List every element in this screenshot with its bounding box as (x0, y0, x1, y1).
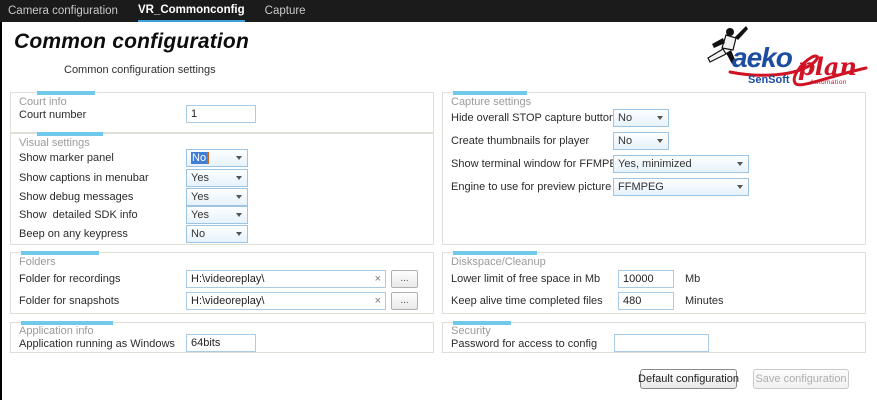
preview-engine-label: Engine to use for preview picture (451, 181, 612, 193)
show-captions-label: Show captions in menubar (19, 172, 149, 184)
chevron-down-icon (232, 171, 246, 185)
create-thumbnails-label: Create thumbnails for player (451, 135, 590, 147)
chevron-down-icon (653, 134, 667, 148)
show-marker-panel-label: Show marker panel (19, 152, 114, 164)
terminal-window-label: Show terminal window for FFMPEG (451, 158, 626, 170)
clear-icon[interactable]: × (375, 273, 381, 285)
court-number-label: Court number (19, 109, 87, 121)
dropdown-value: FFMPEG (618, 181, 664, 193)
logo-brand-text: aeko (732, 42, 793, 73)
group-title: Folders (19, 256, 56, 268)
show-sdk-info-dropdown[interactable]: Yes (186, 206, 248, 224)
group-accent-bar (453, 251, 537, 255)
dropdown-value: Yes (191, 172, 209, 184)
free-space-limit-label: Lower limit of free space in Mb (451, 273, 601, 285)
app-running-as-field[interactable]: 64bits (186, 334, 256, 352)
dropdown-value: Yes, minimized (618, 158, 692, 170)
application-info-group: Application info Application running as … (10, 321, 434, 353)
password-field[interactable] (614, 334, 709, 352)
show-captions-dropdown[interactable]: Yes (186, 169, 248, 187)
logo-subbrand2-text: Automation (810, 79, 847, 86)
keep-alive-label: Keep alive time completed files (451, 295, 603, 307)
beep-keypress-label: Beep on any keypress (19, 228, 128, 240)
logo-brand2-text: plan (798, 52, 857, 81)
chevron-down-icon (733, 157, 747, 171)
court-number-field[interactable]: 1 (186, 105, 256, 123)
window-left-border (0, 22, 2, 400)
chevron-down-icon (733, 180, 747, 194)
dropdown-value: Yes (191, 191, 209, 203)
capture-settings-group: Capture settings Hide overall STOP captu… (442, 91, 866, 245)
show-sdk-info-label: Show detailed SDK info (19, 209, 138, 221)
group-accent-bar (21, 251, 99, 255)
free-space-unit-label: Mb (685, 273, 701, 285)
password-label: Password for access to config (451, 338, 598, 350)
security-group: Security Password for access to config (442, 321, 866, 353)
tab-capture[interactable]: Capture (265, 0, 306, 22)
chevron-down-icon (232, 208, 246, 222)
create-thumbnails-dropdown[interactable]: No (613, 132, 669, 150)
group-title: Diskspace/Cleanup (451, 256, 546, 268)
hide-stop-button-dropdown[interactable]: No (613, 109, 669, 127)
dropdown-value: No (618, 135, 633, 147)
group-title: Capture settings (451, 96, 532, 108)
app-running-as-label: Application running as Windows (19, 338, 175, 350)
tab-camera-configuration[interactable]: Camera configuration (8, 0, 118, 22)
logo: aeko plan SenSoft Automation (700, 24, 870, 90)
chevron-down-icon (653, 111, 667, 125)
hide-stop-button-label: Hide overall STOP capture button (451, 112, 616, 124)
folder-snapshots-label: Folder for snapshots (19, 295, 120, 307)
chevron-down-icon (232, 227, 246, 241)
tab-vr-commonconfig[interactable]: VR_Commonconfig (137, 0, 245, 22)
chevron-down-icon (232, 151, 246, 165)
court-info-group: Court info Court number 1 (10, 91, 434, 133)
group-title: Visual settings (19, 137, 90, 149)
show-marker-panel-dropdown[interactable]: No (186, 149, 248, 167)
save-configuration-button: Save configuration (753, 369, 849, 389)
show-debug-label: Show debug messages (19, 191, 134, 203)
top-tab-bar: Camera configuration VR_Commonconfig Cap… (0, 0, 877, 22)
free-space-limit-field[interactable]: 10000 (618, 270, 674, 288)
dropdown-value: No (618, 112, 633, 124)
browse-snapshots-button[interactable]: ... (391, 292, 418, 310)
terminal-window-dropdown[interactable]: Yes, minimized (613, 155, 749, 173)
folder-snapshots-field[interactable]: H:\videoreplay\ × (186, 292, 386, 310)
visual-settings-group: Visual settings Show marker panel No Sho… (10, 132, 434, 245)
clear-icon[interactable]: × (375, 295, 381, 307)
group-accent-bar (453, 91, 527, 95)
group-accent-bar (37, 132, 103, 136)
folder-recordings-field[interactable]: H:\videoreplay\ × (186, 270, 386, 288)
browse-recordings-button[interactable]: ... (391, 270, 418, 288)
default-configuration-button[interactable]: Default configuration (638, 369, 739, 389)
page-subtitle: Common configuration settings (64, 64, 216, 76)
logo-subbrand-text: SenSoft (748, 74, 790, 86)
text-caret (207, 152, 210, 164)
dropdown-selected-value: No (191, 152, 208, 164)
preview-engine-dropdown[interactable]: FFMPEG (613, 178, 749, 196)
dropdown-value: No (191, 228, 206, 240)
chevron-down-icon (232, 190, 246, 204)
keep-alive-unit-label: Minutes (685, 295, 724, 307)
field-value: H:\videoreplay\ (191, 273, 265, 285)
field-value: H:\videoreplay\ (191, 295, 265, 307)
folders-group: Folders Folder for recordings H:\videore… (10, 251, 434, 314)
diskspace-cleanup-group: Diskspace/Cleanup Lower limit of free sp… (442, 251, 866, 314)
group-accent-bar (37, 91, 95, 95)
beep-keypress-dropdown[interactable]: No (186, 225, 248, 243)
keep-alive-field[interactable]: 480 (618, 292, 674, 310)
folder-recordings-label: Folder for recordings (19, 273, 121, 285)
dropdown-value: Yes (191, 209, 209, 221)
page-title: Common configuration (14, 30, 249, 53)
show-debug-dropdown[interactable]: Yes (186, 188, 248, 206)
